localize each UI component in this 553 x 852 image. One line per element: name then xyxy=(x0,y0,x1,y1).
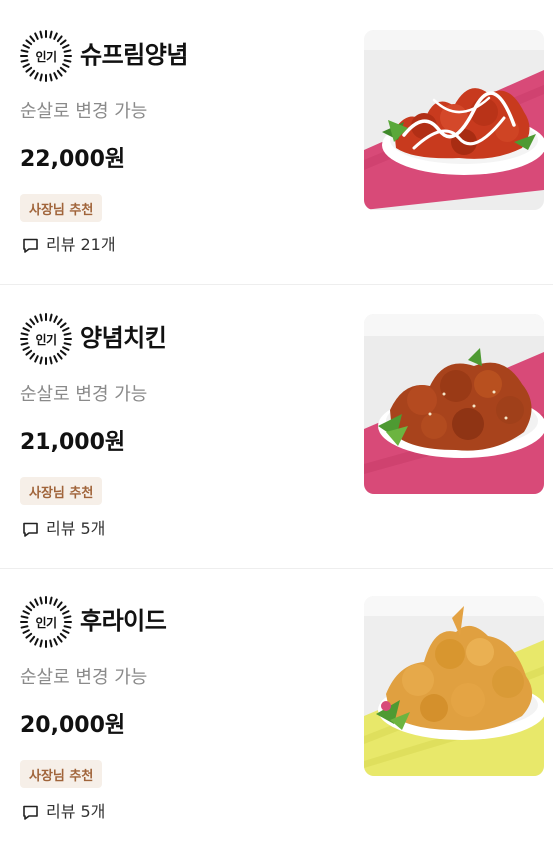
menu-item[interactable]: 인기 후라이드 순살로 변경 가능 20,000원 사장님 추천 리뷰 5개 xyxy=(0,568,553,852)
review-number: 21개 xyxy=(80,235,116,254)
menu-item[interactable]: 인기 슈프림양념 순살로 변경 가능 22,000원 사장님 추천 리뷰 21개 xyxy=(0,0,553,284)
speech-bubble-icon xyxy=(23,238,38,253)
menu-item-name: 슈프림양념 xyxy=(80,41,188,69)
menu-item-name: 후라이드 xyxy=(80,607,167,635)
popular-badge-icon: 인기 xyxy=(20,30,72,82)
popular-badge-icon: 인기 xyxy=(20,313,72,365)
menu-item-price: 22,000원 xyxy=(20,147,126,172)
review-count: 리뷰 5개 xyxy=(22,518,105,540)
menu-item-option: 순살로 변경 가능 xyxy=(20,667,148,688)
review-label: 리뷰 xyxy=(46,802,76,821)
menu-item-price: 20,000원 xyxy=(20,713,126,738)
popular-badge-label: 인기 xyxy=(35,49,57,64)
review-label: 리뷰 xyxy=(46,235,76,254)
recommend-tag: 사장님 추천 xyxy=(20,477,103,505)
speech-bubble-icon xyxy=(23,805,38,820)
recommend-tag: 사장님 추천 xyxy=(20,194,103,222)
review-count: 리뷰 5개 xyxy=(22,801,105,823)
menu-item-price: 21,000원 xyxy=(20,430,126,455)
review-label: 리뷰 xyxy=(46,519,76,538)
menu-item-option: 순살로 변경 가능 xyxy=(20,101,148,122)
speech-bubble-icon xyxy=(23,522,38,537)
popular-badge-icon: 인기 xyxy=(20,596,72,648)
menu-item-photo[interactable] xyxy=(364,314,544,494)
popular-badge-label: 인기 xyxy=(35,615,57,630)
review-number: 5개 xyxy=(80,519,106,538)
popular-badge-label: 인기 xyxy=(35,332,57,347)
review-number: 5개 xyxy=(80,802,106,821)
menu-item-photo[interactable] xyxy=(364,596,544,776)
menu-item-photo[interactable] xyxy=(364,30,544,210)
review-count: 리뷰 21개 xyxy=(22,234,116,256)
recommend-tag: 사장님 추천 xyxy=(20,760,103,788)
menu-item-name: 양념치킨 xyxy=(80,324,167,352)
menu-item-option: 순살로 변경 가능 xyxy=(20,384,148,405)
menu-item[interactable]: 인기 양념치킨 순살로 변경 가능 21,000원 사장님 추천 리뷰 5개 xyxy=(0,284,553,568)
